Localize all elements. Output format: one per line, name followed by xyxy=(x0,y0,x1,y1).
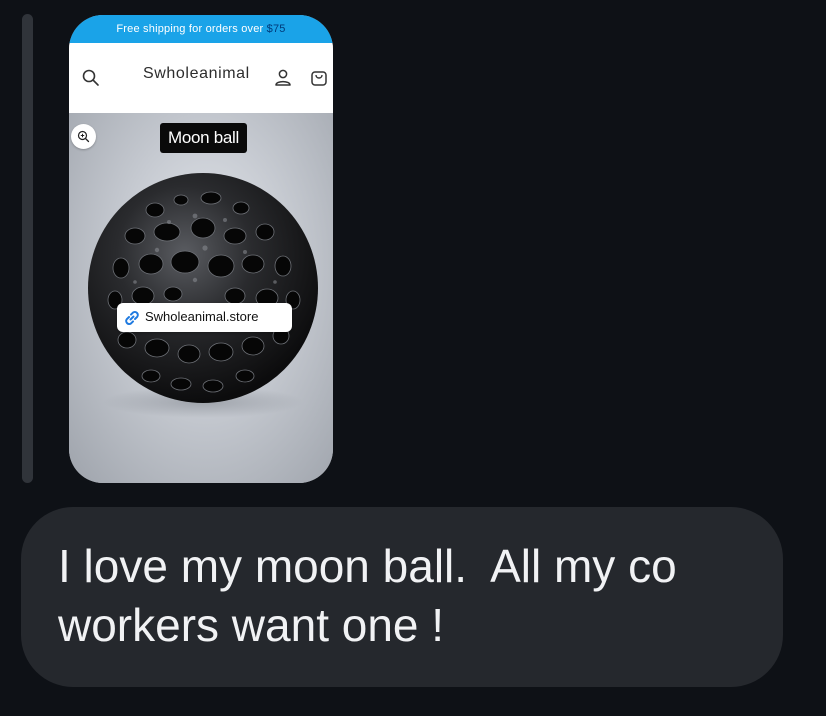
moon-ball-photo xyxy=(88,173,318,418)
store-name[interactable]: Swholeanimal xyxy=(143,65,250,83)
promo-banner: Free shipping for orders over $75 xyxy=(69,15,333,43)
promo-amount: $75 xyxy=(266,23,286,35)
message-text: I love my moon ball. All my co workers w… xyxy=(58,540,677,651)
store-header: Swholeanimal xyxy=(69,43,333,113)
shared-screenshot[interactable]: Free shipping for orders over $75 Swhole… xyxy=(69,15,333,483)
store-link-text[interactable]: Swholeanimal.store xyxy=(145,309,258,324)
cart-icon[interactable] xyxy=(308,67,330,89)
promo-text: Free shipping for orders over xyxy=(116,23,267,35)
chain-link-icon xyxy=(122,308,142,333)
store-link-chip[interactable]: Swholeanimal.store xyxy=(117,303,292,332)
search-icon[interactable] xyxy=(80,67,102,89)
product-label: Moon ball xyxy=(160,123,248,153)
account-icon[interactable] xyxy=(272,67,294,89)
conversation-view: Free shipping for orders over $75 Swhole… xyxy=(0,0,826,716)
zoom-in-icon[interactable] xyxy=(71,124,96,149)
message-bubble[interactable]: I love my moon ball. All my co workers w… xyxy=(21,507,783,687)
product-image[interactable]: Moon ball Swholeanimal.store xyxy=(69,113,333,483)
reply-thread-rail xyxy=(22,14,33,483)
